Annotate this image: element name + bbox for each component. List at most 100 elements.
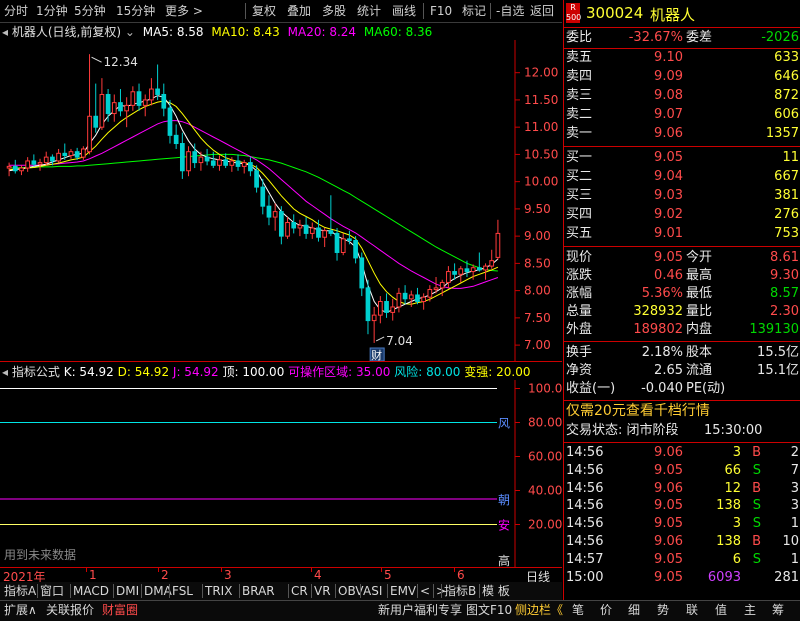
candle bbox=[155, 64, 160, 100]
toolbar-1[interactable]: 1分钟 bbox=[36, 3, 68, 19]
indicator-tab-16[interactable]: 模 板 bbox=[482, 583, 510, 599]
tick-row-cell: 9.05 bbox=[654, 551, 683, 567]
indicator-tab-12[interactable]: EMV bbox=[390, 583, 416, 599]
bottom-left-0[interactable]: 扩展∧ bbox=[4, 602, 37, 618]
stat-row: 外盘 189802 内盘 139130 bbox=[564, 321, 800, 339]
indicator-header: ◂ 指标公式 K: 54.92 D: 54.92 J: 54.92 顶: 100… bbox=[2, 364, 530, 380]
tick-row-cell: 9.06 bbox=[654, 445, 683, 460]
candle bbox=[291, 214, 297, 234]
candle-body bbox=[210, 160, 216, 166]
toolbar-6[interactable]: 叠加 bbox=[287, 3, 311, 19]
candle bbox=[173, 124, 179, 149]
bottom-left-2[interactable]: 财富圈 bbox=[102, 602, 138, 618]
tick-row-cell: 12 bbox=[724, 480, 741, 496]
collapse-icon[interactable]: ◂ bbox=[2, 25, 8, 39]
stat-row: 涨跌 0.46 最高 9.30 bbox=[564, 267, 800, 285]
toolbar-13[interactable]: 返回 bbox=[530, 3, 554, 19]
price-tick-label: 11.00 bbox=[524, 120, 558, 134]
candle-body bbox=[427, 289, 433, 298]
bottom-mid-2[interactable]: 侧边栏《 bbox=[515, 602, 563, 618]
stat2-row-cell: 股本 bbox=[686, 345, 713, 360]
stat-row: 总量 328932 量比 2.30 bbox=[564, 303, 800, 321]
candle-body bbox=[31, 160, 37, 165]
ma10-line bbox=[9, 100, 499, 305]
toolbar-more[interactable]: 更多 > bbox=[165, 3, 203, 19]
bottom-right-0[interactable]: 笔 bbox=[572, 602, 584, 618]
candle-body bbox=[402, 292, 408, 300]
toolbar-11[interactable]: 标记 bbox=[462, 3, 486, 19]
tab-separator bbox=[288, 584, 289, 598]
bottom-mid-1[interactable]: 图文F10 bbox=[466, 602, 512, 618]
finance-marker[interactable]: 财 bbox=[369, 347, 385, 362]
toolbar-9[interactable]: 画线 bbox=[392, 3, 416, 19]
candle bbox=[415, 287, 420, 305]
candle-body bbox=[56, 152, 61, 162]
indicator-tab-9[interactable]: VR bbox=[314, 583, 331, 599]
indicator-tab-6[interactable]: TRIX bbox=[205, 583, 232, 599]
indicator-tab-7[interactable]: BRAR bbox=[242, 583, 275, 599]
tab-separator bbox=[311, 584, 312, 598]
toolbar-3[interactable]: 15分钟 bbox=[116, 3, 155, 19]
tick-row-cell: 1 bbox=[790, 551, 799, 567]
tick-row-cell: 3 bbox=[732, 516, 741, 532]
bottom-right-1[interactable]: 价 bbox=[600, 602, 612, 618]
rank-badge[interactable]: R 500 bbox=[566, 3, 581, 23]
tick-row: 14:56 9.06 12 B 3 bbox=[564, 480, 800, 498]
candle-body bbox=[235, 160, 241, 167]
indicator-tab-8[interactable]: CR bbox=[291, 583, 308, 599]
indicator-tab-13[interactable]: < bbox=[420, 583, 430, 599]
indicator-name[interactable]: 指标公式 bbox=[12, 365, 60, 379]
indicator-tab-1[interactable]: 窗口 bbox=[40, 583, 64, 599]
indicator-menu-icon[interactable]: ◂ bbox=[2, 365, 8, 379]
bottom-mid-0[interactable]: 新用户福利专享 bbox=[378, 602, 462, 618]
toolbar-0[interactable]: 分时 bbox=[4, 3, 28, 19]
stock-code: 300024 bbox=[586, 4, 644, 22]
toolbar-7[interactable]: 多股 bbox=[322, 3, 346, 19]
toolbar-2[interactable]: 5分钟 bbox=[74, 3, 106, 19]
bottom-right-4[interactable]: 联 bbox=[686, 602, 698, 618]
candle-body bbox=[37, 162, 43, 165]
toolbar-10[interactable]: F10 bbox=[430, 3, 452, 19]
bottom-right-2[interactable]: 细 bbox=[628, 602, 640, 618]
indicator-tab-3[interactable]: DMI bbox=[116, 583, 139, 599]
ask-row-cell: 卖一 bbox=[566, 126, 593, 141]
toolbar-8[interactable]: 统计 bbox=[357, 3, 381, 19]
indicator-tab-4[interactable]: DMA bbox=[144, 583, 172, 599]
price-chart[interactable]: 12.00 11.50 11.00 10.50 10.00 9.50 9.00 8.50 8.0… bbox=[0, 40, 562, 362]
stat-row-cell: 139130 bbox=[749, 322, 799, 337]
bottom-right-3[interactable]: 势 bbox=[657, 602, 669, 618]
month-tick bbox=[221, 568, 222, 572]
bottom-right-7[interactable]: 筹 bbox=[772, 602, 784, 618]
stat-row-cell: 涨跌 bbox=[566, 268, 593, 283]
stat2-row-cell: 2.65 bbox=[654, 363, 683, 378]
indicator-tab-0[interactable]: 指标A bbox=[4, 583, 36, 599]
month-tick bbox=[86, 568, 87, 572]
settings-chevron-icon[interactable]: ⌄ bbox=[125, 25, 135, 39]
bid-row-cell: 276 bbox=[774, 207, 799, 222]
toolbar-5[interactable]: 复权 bbox=[252, 3, 276, 19]
stat2-row-cell: -0.040 bbox=[641, 381, 683, 396]
promo-link[interactable]: 仅需20元查看千档行情 bbox=[564, 402, 800, 420]
candle bbox=[12, 159, 18, 174]
candle bbox=[223, 153, 229, 169]
toolbar-12[interactable]: -自选 bbox=[496, 3, 524, 19]
candle bbox=[353, 236, 358, 264]
candle bbox=[328, 195, 334, 237]
future-data-note: 用到未来数据 bbox=[4, 547, 76, 562]
ask-row-cell: 9.08 bbox=[654, 88, 683, 103]
ask-row-cell: 606 bbox=[774, 107, 799, 122]
bid-row-cell: 9.05 bbox=[654, 150, 683, 165]
indicator-tab-2[interactable]: MACD bbox=[73, 583, 109, 599]
candle bbox=[322, 227, 328, 248]
bottom-right-6[interactable]: 主 bbox=[744, 602, 756, 618]
indicator-tab-15[interactable]: 指标B bbox=[444, 583, 476, 599]
candle bbox=[489, 249, 495, 269]
candle bbox=[402, 285, 408, 305]
indicator-chart[interactable]: 100.00 80.00 60.00 40.00 20.00 风朝安高 用到未来数据 bbox=[0, 380, 562, 567]
bottom-left-1[interactable]: 关联报价 bbox=[46, 602, 94, 618]
bottom-right-5[interactable]: 值 bbox=[715, 602, 727, 618]
ask-row: 卖一 9.06 1357 bbox=[564, 125, 800, 143]
candle bbox=[19, 165, 24, 176]
indicator-tab-5[interactable]: FSL bbox=[172, 583, 193, 599]
indicator-tab-11[interactable]: ASI bbox=[363, 583, 382, 599]
